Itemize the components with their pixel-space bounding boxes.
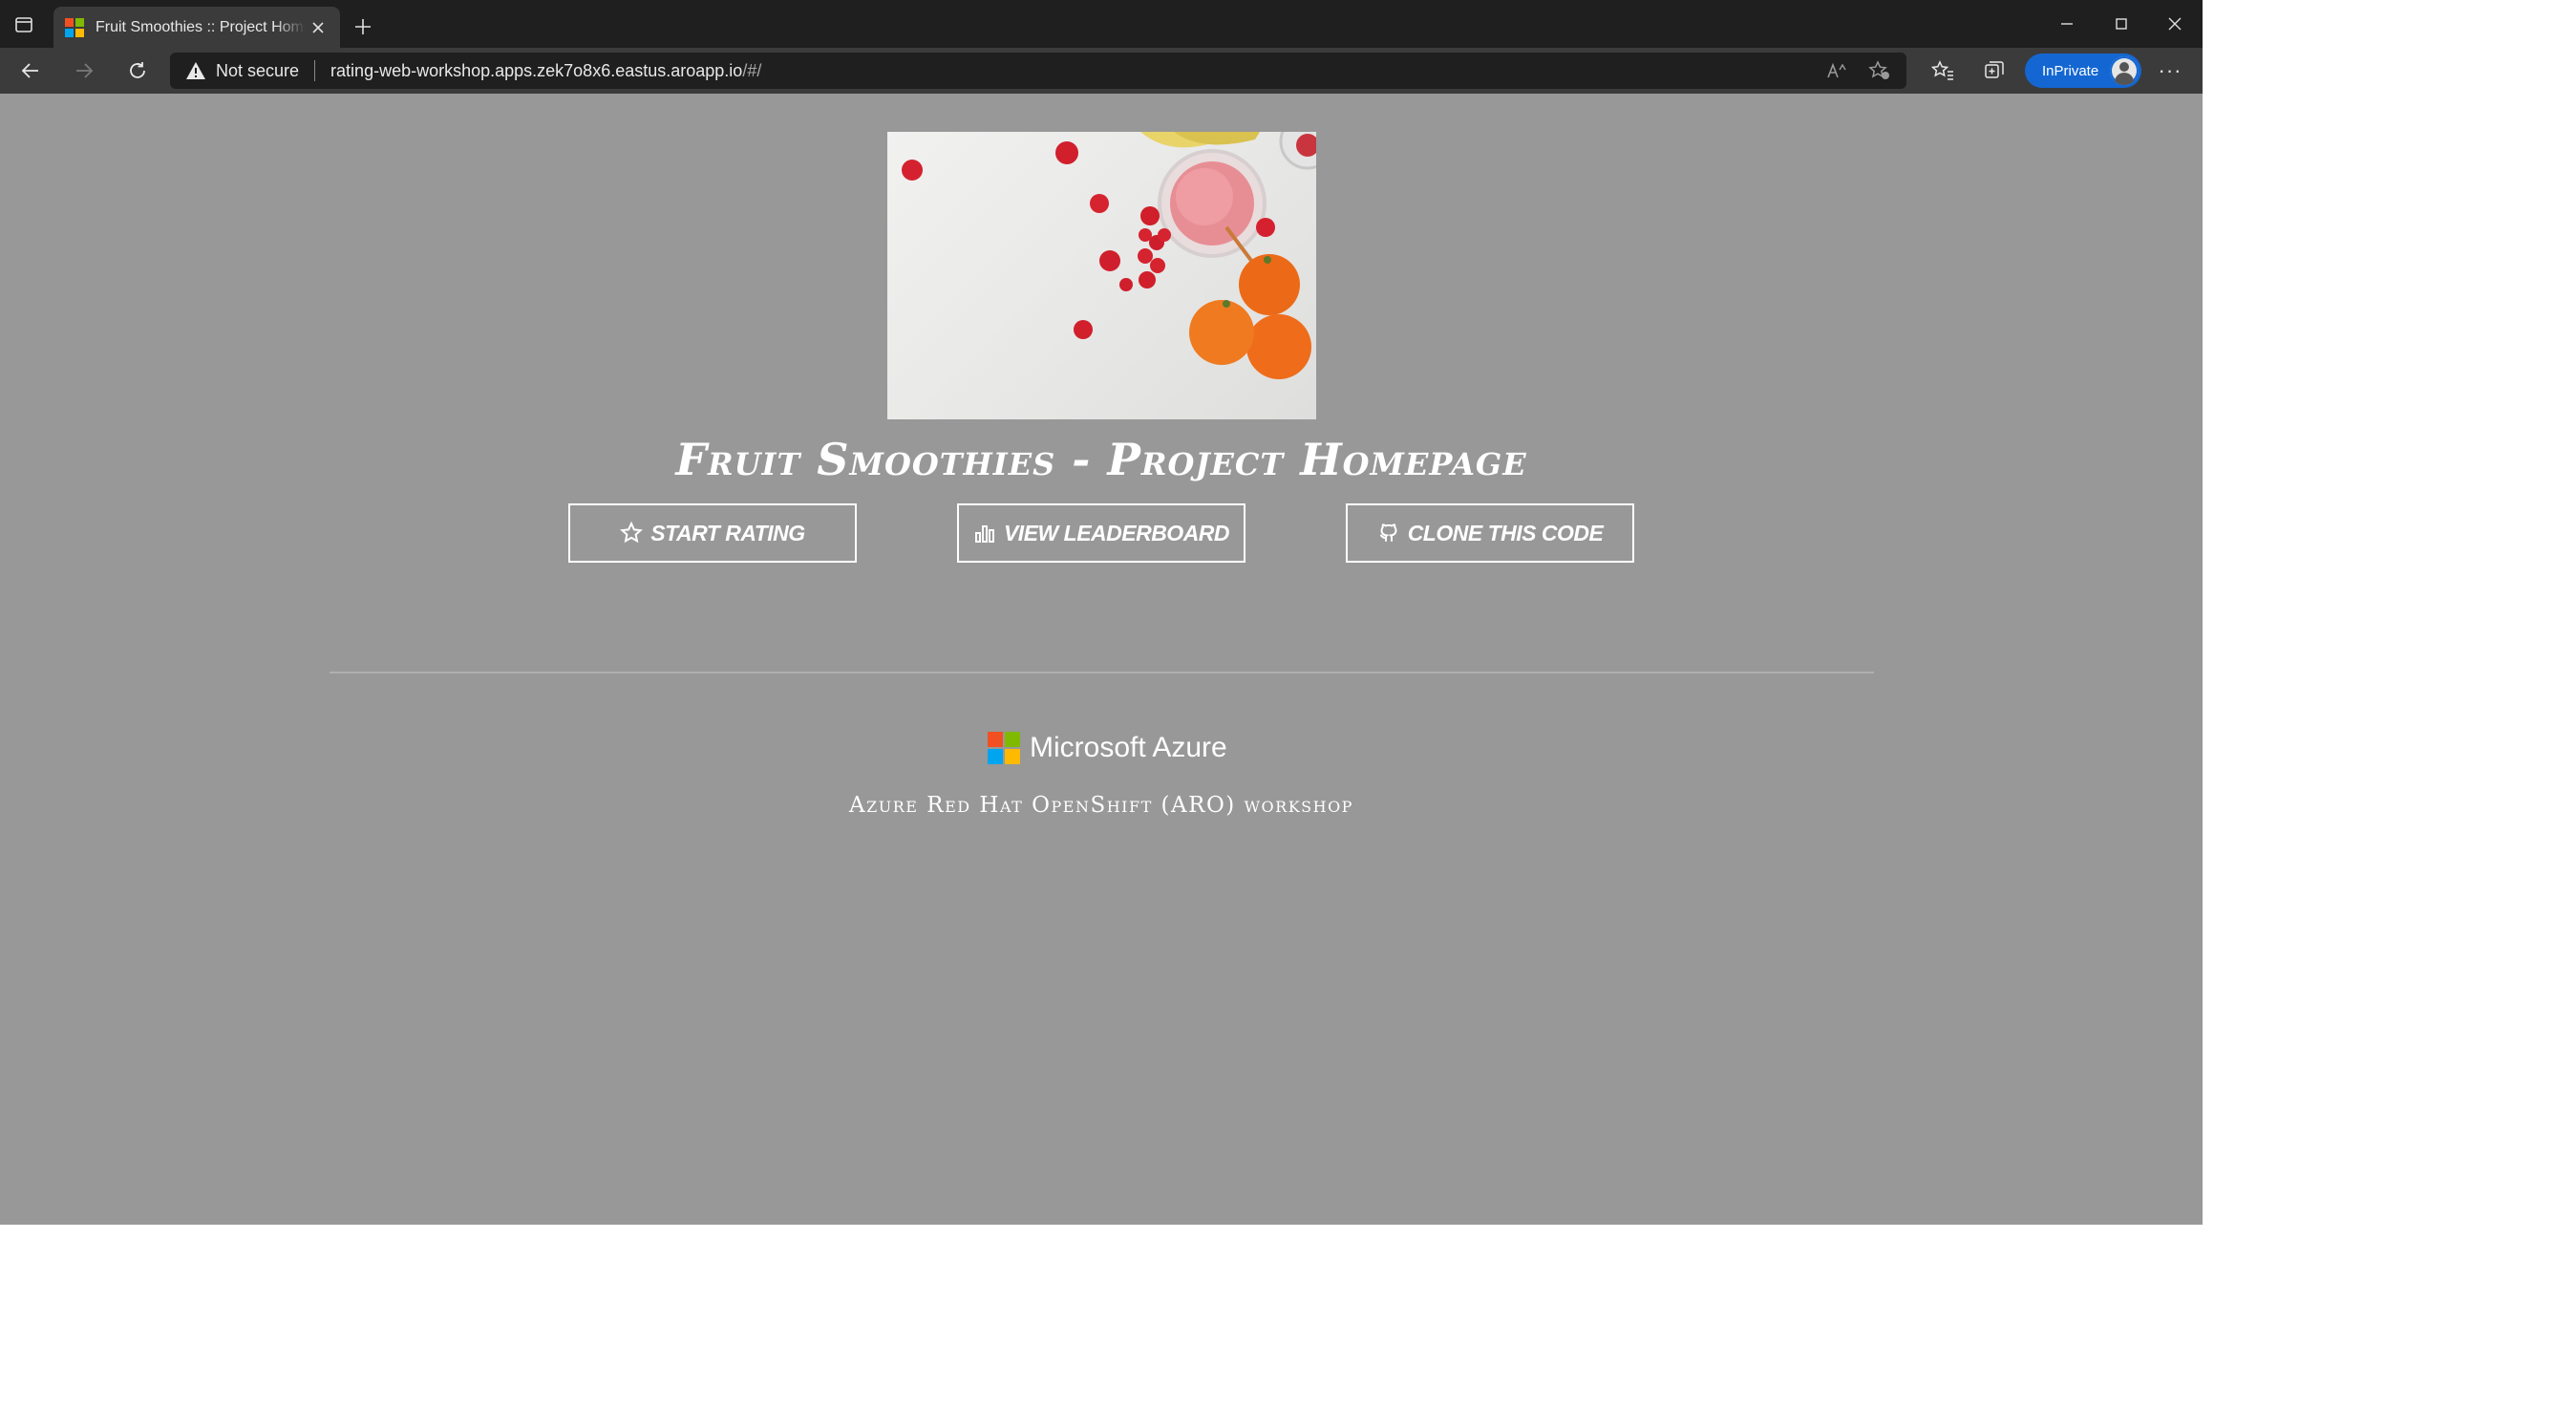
section-divider [330,672,1874,673]
inprivate-button[interactable]: InPrivate [2025,53,2141,88]
profile-avatar [2110,56,2139,85]
start-rating-button[interactable]: Start Rating [568,503,857,563]
more-options-button[interactable]: ··· [2153,55,2187,86]
tab-close-button[interactable] [308,17,329,38]
microsoft-azure-logo: Microsoft Azure [988,731,1227,765]
azure-brand-text: Microsoft Azure [1030,732,1227,763]
window-close-button[interactable] [2147,0,2203,48]
active-tab[interactable]: Fruit Smoothies :: Project Homepage [53,7,340,48]
star-icon [620,522,644,545]
maximize-button[interactable] [2094,0,2149,48]
address-bar[interactable]: Not secure rating-web-workshop.apps.zek7… [170,53,1906,89]
minimize-icon [2061,23,2073,25]
arrow-left-icon [21,63,38,78]
microsoft-logo-icon [988,732,1020,764]
new-tab-button[interactable] [348,11,378,42]
close-icon [312,21,324,33]
start-rating-label: Start Rating [650,520,805,545]
smoothie-hero-image [887,132,1316,419]
favorites-icon [1931,60,1953,80]
back-button[interactable] [11,53,50,88]
close-icon [2168,17,2182,31]
workshop-subtitle: Azure Red Hat OpenShift (ARO) workshop [849,793,1353,818]
collections-button[interactable] [1977,55,2012,86]
arrow-right-icon [76,63,94,78]
page-title: Fruit Smoothies - Project Homepage [675,434,1527,485]
tab-bar: Fruit Smoothies :: Project Homepage [0,0,2203,48]
read-aloud-button[interactable] [1824,59,1851,82]
maximize-icon [2116,18,2127,30]
microsoft-favicon-icon [65,17,84,37]
refresh-icon [130,62,145,78]
collections-icon [1985,61,2004,78]
clone-code-label: Clone this code [1407,520,1604,545]
add-favorite-button[interactable] [1866,59,1893,82]
inprivate-label: InPrivate [2042,62,2099,79]
favorites-button[interactable] [1926,55,1960,86]
warning-icon[interactable] [185,61,206,80]
address-separator [314,60,316,81]
plus-icon [355,19,371,34]
read-aloud-icon [1827,62,1846,78]
tab-actions-button[interactable] [10,11,38,38]
minimize-button[interactable] [2039,0,2095,48]
tab-actions-icon [15,17,32,32]
browser-toolbar: Not secure rating-web-workshop.apps.zek7… [0,48,2203,94]
github-icon [1377,522,1400,545]
url-host: rating-web-workshop.apps.zek7o8x6.eastus… [330,60,743,80]
bar-chart-icon [973,522,996,545]
browser-window: Fruit Smoothies :: Project Homepage [0,0,2203,1225]
url-path: /#/ [742,60,762,80]
clone-code-button[interactable]: Clone this code [1346,503,1634,563]
tab-title: Fruit Smoothies :: Project Homepage [96,18,306,35]
url-text[interactable]: rating-web-workshop.apps.zek7o8x6.eastus… [330,61,761,81]
forward-button[interactable] [65,53,103,88]
view-leaderboard-button[interactable]: View Leaderboard [957,503,1245,563]
refresh-button[interactable] [118,53,157,88]
star-add-icon [1868,60,1889,79]
view-leaderboard-label: View Leaderboard [1003,520,1230,545]
security-label[interactable]: Not secure [216,61,299,81]
